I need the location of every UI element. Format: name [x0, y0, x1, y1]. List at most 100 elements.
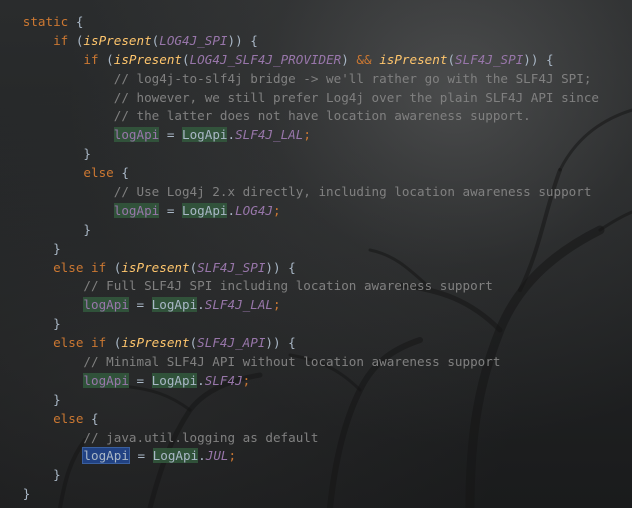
code-line[interactable]: } [0, 466, 599, 485]
code-line[interactable]: // the latter does not have location awa… [0, 107, 599, 126]
code-token-cur-hl: logApi [82, 447, 130, 465]
code-line[interactable]: if (isPresent(LOG4J_SLF4J_PROVIDER) && i… [0, 51, 599, 70]
code-token-cls: } [22, 486, 31, 502]
code-token-cls: = [129, 448, 153, 464]
code-token-sconst: LOG4J_SPI [159, 32, 228, 48]
code-token-cls: . [198, 448, 206, 464]
code-line[interactable]: // java.util.logging as default [0, 429, 599, 448]
code-token-cls: . [227, 202, 236, 218]
code-token-kw: ; [273, 202, 281, 218]
code-token-sconst: LOG4J_SLF4J_PROVIDER [189, 51, 342, 67]
code-line[interactable]: logApi = LogApi.SLF4J_LAL; [0, 126, 599, 145]
code-token-cls: ( [447, 51, 456, 67]
code-line[interactable]: logApi = LogApi.JUL; [0, 447, 599, 466]
code-line[interactable]: // Use Log4j 2.x directly, including loc… [0, 183, 599, 202]
code-token-cls: = [128, 297, 152, 313]
code-token-kw: ; [228, 448, 237, 464]
code-token-cmt: // Use Log4j 2.x directly, including loc… [113, 184, 592, 200]
code-token-cls: = [128, 372, 152, 388]
code-token-kw: ; [273, 297, 281, 313]
code-token-mcall: isPresent [121, 335, 190, 351]
code-token-cls: { [68, 14, 84, 29]
code-token-cls: . [227, 127, 236, 143]
code-token-cls: } [53, 240, 61, 256]
code-token-cls-hl: LogApi [181, 127, 228, 143]
code-token-cls: )) { [265, 259, 296, 275]
code-line[interactable]: } [0, 391, 599, 410]
code-line[interactable]: else if (isPresent(SLF4J_API)) { [0, 334, 599, 353]
code-line[interactable]: // however, we still prefer Log4j over t… [0, 89, 599, 108]
code-token-sconst: JUL [205, 448, 229, 464]
code-line[interactable]: } [0, 315, 599, 334]
code-token-kw: else if [53, 335, 107, 351]
code-token-cls: ( [182, 51, 190, 67]
code-line[interactable]: } [0, 221, 599, 240]
code-token-mcall: isPresent [121, 259, 190, 275]
code-line[interactable]: } [0, 485, 599, 504]
code-line[interactable]: // Full SLF4J SPI including location awa… [0, 277, 599, 296]
code-token-cls: } [53, 467, 61, 483]
code-token-kw: ; [303, 127, 311, 143]
code-line[interactable]: else { [0, 164, 599, 183]
code-token-kw: else [83, 165, 114, 181]
code-token-sconst: LOG4J [235, 202, 273, 218]
code-token-cmt: // Minimal SLF4J API without location aw… [83, 354, 501, 370]
code-token-sconst: SLF4J_LAL [235, 127, 304, 143]
code-token-cls: = [159, 127, 182, 143]
code-token-cls-hl: LogApi [151, 297, 198, 313]
code-token-cls: ) [341, 51, 357, 67]
code-line[interactable]: else if (isPresent(SLF4J_SPI)) { [0, 259, 599, 278]
code-token-cls: ( [98, 51, 114, 67]
code-editor[interactable]: static { if (isPresent(LOG4J_SPI)) { if … [0, 13, 599, 504]
code-token-sconst: SLF4J_SPI [197, 259, 266, 275]
code-line[interactable]: } [0, 240, 599, 259]
code-line[interactable]: logApi = LogApi.LOG4J; [0, 202, 599, 221]
code-token-cls: )) { [227, 32, 258, 48]
code-token-kw: static [22, 14, 69, 29]
code-token-kw: ; [242, 372, 251, 388]
code-line[interactable]: logApi = LogApi.SLF4J; [0, 372, 599, 391]
code-token-mcall: isPresent [379, 51, 448, 67]
code-line[interactable]: static { [0, 13, 599, 32]
code-token-ref-hl: logApi [113, 127, 160, 143]
code-token-cls: )) { [523, 51, 554, 67]
code-token-cls: } [53, 316, 61, 332]
code-token-mcall: isPresent [113, 51, 182, 67]
code-token-mcall: isPresent [83, 32, 152, 48]
code-line[interactable]: logApi = LogApi.SLF4J_LAL; [0, 296, 599, 315]
code-token-cls: { [83, 410, 99, 426]
code-token-ref-hl: logApi [83, 297, 129, 313]
code-token-cmt: // however, we still prefer Log4j over t… [113, 89, 599, 105]
code-token-ref-hl: logApi [83, 372, 129, 388]
code-line[interactable]: } [0, 145, 599, 164]
code-token-cmt: // Full SLF4J SPI including location awa… [83, 278, 493, 294]
code-line[interactable]: else { [0, 410, 599, 429]
code-token-kw: if [53, 32, 69, 48]
code-token-cls: } [83, 221, 91, 237]
code-token-cls: ( [106, 335, 122, 351]
code-line[interactable]: if (isPresent(LOG4J_SPI)) { [0, 32, 599, 51]
code-token-cls: } [53, 391, 61, 407]
code-token-cls: ( [68, 32, 84, 48]
code-token-cls-hl: LogApi [181, 202, 228, 218]
code-line[interactable]: // Minimal SLF4J API without location aw… [0, 353, 599, 372]
code-line[interactable]: // log4j-to-slf4j bridge -> we'll rather… [0, 70, 599, 89]
code-token-sconst: SLF4J_API [197, 335, 266, 351]
